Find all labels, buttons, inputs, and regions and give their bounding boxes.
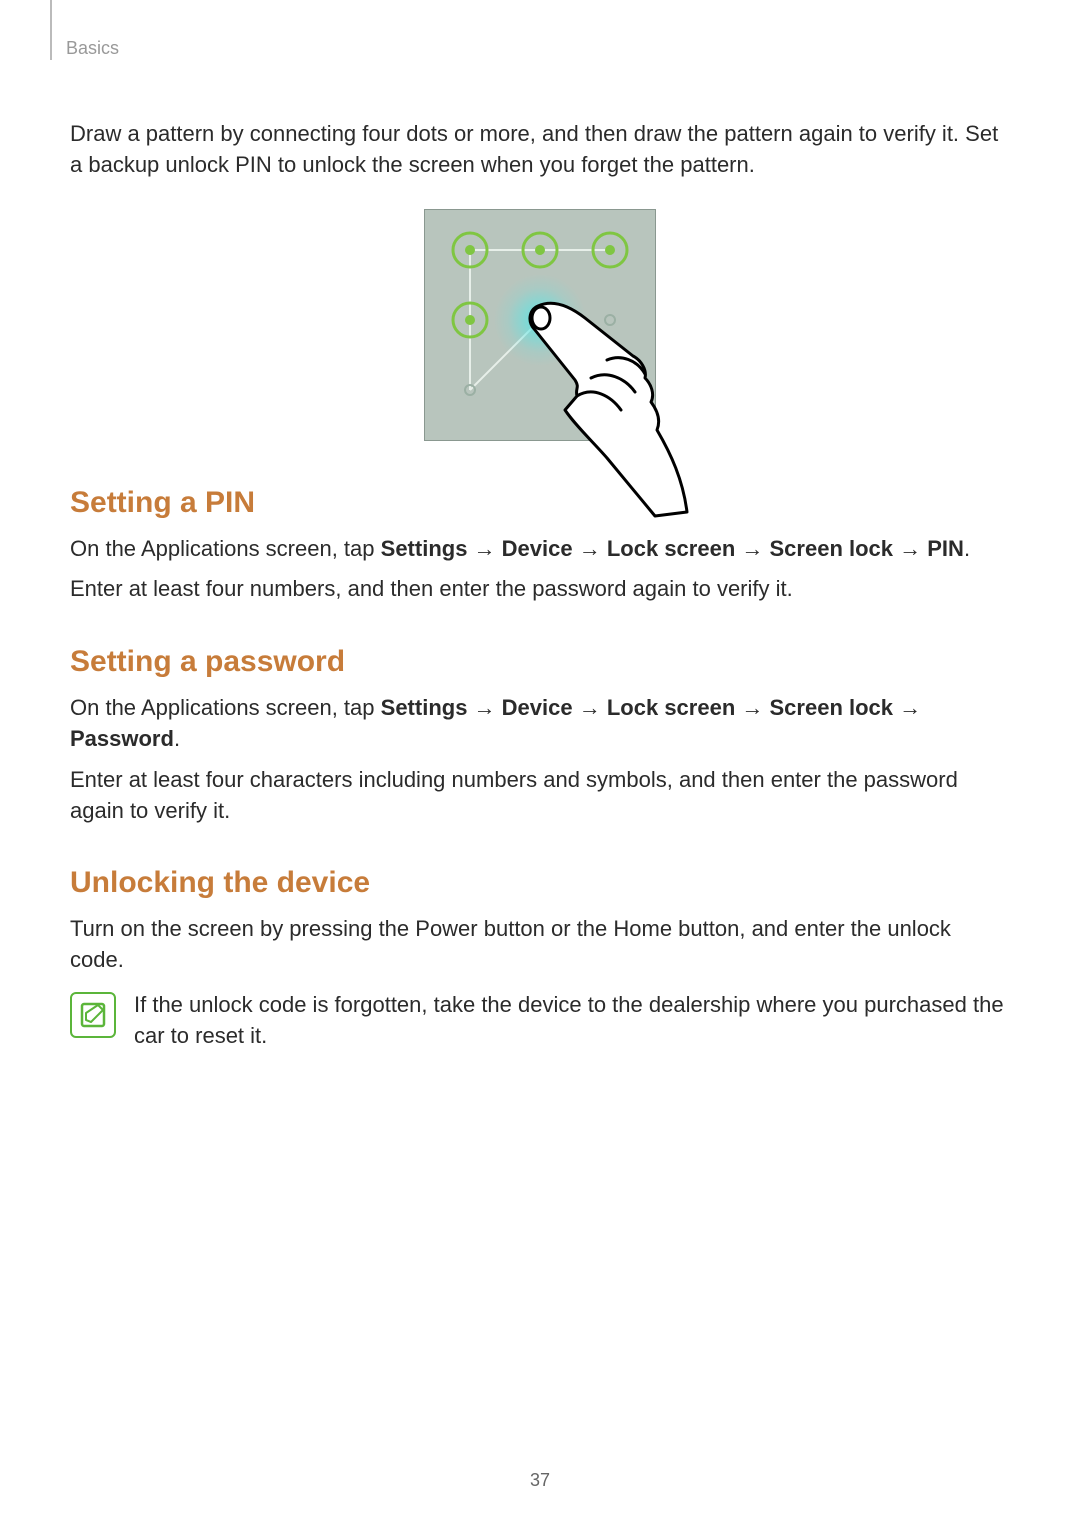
note-text: If the unlock code is forgotten, take th…	[134, 990, 1010, 1052]
memo-icon	[78, 1000, 108, 1030]
pattern-lock-illustration	[424, 209, 656, 441]
pattern-figure	[70, 209, 1010, 446]
password-body: Enter at least four characters including…	[70, 765, 1010, 827]
password-path-prefix: On the Applications screen, tap	[70, 695, 381, 720]
pin-path-prefix: On the Applications screen, tap	[70, 536, 381, 561]
page-number: 37	[0, 1470, 1080, 1491]
password-path: On the Applications screen, tap Settings…	[70, 693, 1010, 755]
path-step: Screen lock	[770, 695, 894, 720]
section-header: Basics	[66, 38, 1010, 59]
intro-paragraph: Draw a pattern by connecting four dots o…	[70, 119, 1010, 181]
pin-body: Enter at least four numbers, and then en…	[70, 574, 1010, 605]
pattern-lock-svg	[425, 210, 725, 550]
heading-setting-password: Setting a password	[70, 645, 1010, 679]
path-arrow: →	[573, 695, 607, 720]
path-step: Settings	[381, 695, 468, 720]
path-arrow: →	[735, 695, 769, 720]
note-icon	[70, 992, 116, 1038]
path-step: Device	[502, 695, 573, 720]
path-arrow: →	[735, 536, 769, 561]
heading-unlocking: Unlocking the device	[70, 866, 1010, 900]
path-step: PIN	[927, 536, 964, 561]
path-arrow: →	[467, 695, 501, 720]
path-step: Password	[70, 726, 174, 751]
path-step: Lock screen	[607, 695, 735, 720]
path-arrow: →	[893, 536, 927, 561]
manual-page: Basics Draw a pattern by connecting four…	[0, 0, 1080, 1527]
unlock-body: Turn on the screen by pressing the Power…	[70, 914, 1010, 976]
path-arrow: →	[893, 695, 921, 720]
header-rule	[50, 0, 52, 60]
note: If the unlock code is forgotten, take th…	[70, 990, 1010, 1052]
path-step: Screen lock	[770, 536, 894, 561]
